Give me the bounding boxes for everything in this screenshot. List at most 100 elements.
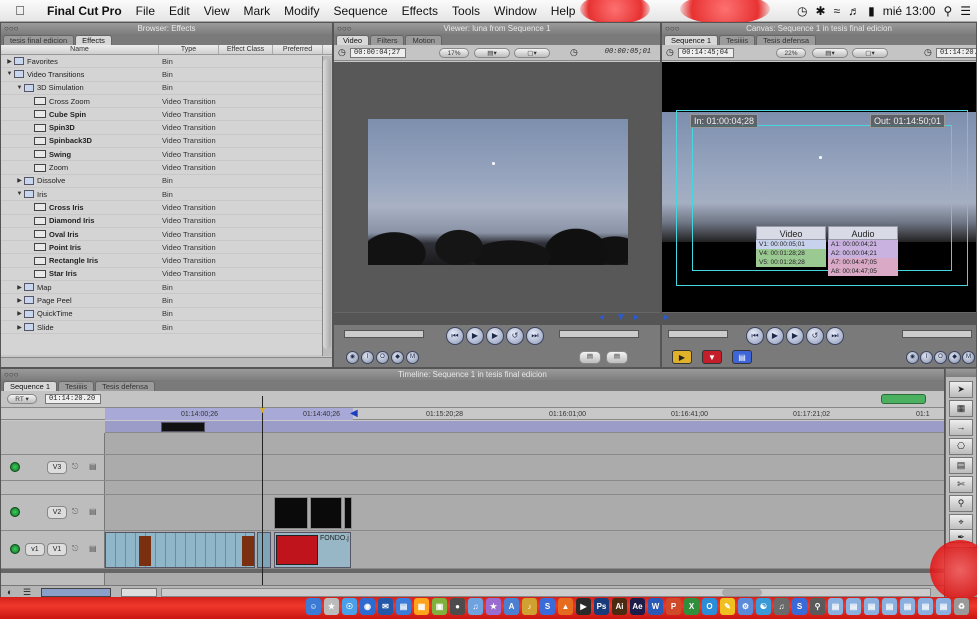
effect-row[interactable]: Spin3D Video Transition [1,121,332,135]
insert-edit-button[interactable]: ▶ [672,350,692,364]
mark-out-button[interactable]: O [934,351,947,364]
finder-icon[interactable]: ☺ [306,598,321,615]
lock-icon[interactable]: ⎋ [72,507,78,517]
spotlight-icon[interactable]: ⚲ [943,4,952,18]
skype-icon[interactable]: S [540,598,555,615]
disclosure-triangle-icon[interactable]: ▶ [5,58,14,65]
effect-row[interactable]: Zoom Video Transition [1,161,332,175]
photoshop-icon[interactable]: Ps [594,598,609,615]
powerpoint-icon[interactable]: P [666,598,681,615]
canvas-current-timecode[interactable]: 01:14:20.2 [936,48,976,58]
itunes-icon[interactable]: ♫ [468,598,483,615]
play-in-out-button[interactable]: ▶ [466,327,484,345]
window-buttons-icon[interactable]: ○○○ [665,23,680,34]
tab-effects[interactable]: Effects [75,35,112,45]
mark-out-button[interactable]: O [376,351,389,364]
bin-row[interactable]: ▶ Page Peel Bin [1,294,332,308]
folder-icon[interactable]: ▤ [864,598,879,615]
menu-file[interactable]: File [129,4,162,18]
in-point-marker-icon[interactable]: ◂ [599,312,604,323]
viewer-duration-timecode[interactable]: 00:00:04;27 [350,48,406,58]
viewer-overlay-menu[interactable]: ▢▾ [514,48,550,58]
play-in-out-button[interactable]: ▶ [766,327,784,345]
browser-titlebar[interactable]: ○○○ Browser: Effects [1,23,332,34]
linking-buttons[interactable] [881,394,926,404]
mark-in-button[interactable]: I [920,351,933,364]
effect-row[interactable]: Spinback3D Video Transition [1,135,332,149]
add-marker-button[interactable]: M [406,351,419,364]
lock-icon[interactable]: ⎋ [72,544,78,554]
clip-block[interactable] [161,422,205,432]
notification-list-icon[interactable]: ☰ [960,4,971,18]
video-clip[interactable] [310,497,342,529]
lock-icon[interactable]: ⎋ [72,462,78,472]
track-visibility-toggle[interactable] [10,462,20,472]
auto-select-icon[interactable]: ▤ [89,544,97,553]
menu-view[interactable]: View [197,4,237,18]
video-clip[interactable] [274,497,308,529]
out-point-marker-icon[interactable]: ◀ [350,408,358,419]
wifi-icon[interactable]: ≈ [834,4,841,18]
word-icon[interactable]: W [648,598,663,615]
effect-row[interactable]: Oval Iris Video Transition [1,228,332,242]
window-buttons-icon[interactable]: ○○○ [4,23,19,34]
bin-row[interactable]: ▶ Map Bin [1,281,332,295]
track-v2[interactable]: V2 ⎋ ▤ [1,495,944,531]
prev-edit-button[interactable]: ⏮ [446,327,464,345]
add-keyframe-button[interactable]: ◆ [948,351,961,364]
tab-tesis-defensa[interactable]: Tesis defensa [756,35,817,45]
canvas-overlay-menu[interactable]: ▢▾ [852,48,888,58]
effect-row[interactable]: Cross Zoom Video Transition [1,95,332,109]
outlook-icon[interactable]: O [702,598,717,615]
apple-icon[interactable]:  [0,3,40,18]
folder-icon[interactable]: ▤ [936,598,951,615]
battery-icon[interactable]: ▮ [868,4,875,18]
video-clips-sequence[interactable] [105,532,255,568]
shuttle-control[interactable] [668,330,728,338]
timeline-scrollbar[interactable] [161,588,931,597]
time-machine-icon[interactable]: ◷ [797,4,807,18]
track-v3-label[interactable]: V3 [47,461,67,474]
column-type[interactable]: Type [159,45,219,54]
clock[interactable]: mié 13:00 [883,4,936,18]
slip-tool-icon[interactable]: ▤ [949,457,973,474]
video-clip[interactable] [257,532,271,568]
search-icon[interactable]: ⚲ [810,598,825,615]
time-ruler[interactable]: 01:14:00;26 01:14:40;26 01:15:20;28 01:1… [1,408,944,420]
edit-selection-tool-icon[interactable]: ▦ [949,400,973,417]
disclosure-triangle-icon[interactable]: ▶ [15,324,24,331]
razor-tool-icon[interactable]: ✄ [949,476,973,493]
track-select-tool-icon[interactable]: → [949,419,973,436]
add-keyframe-button[interactable]: ◆ [391,351,404,364]
canvas-scrubber[interactable]: ▸ [662,312,976,325]
tab-motion[interactable]: Motion [405,35,442,45]
tab-sequence-1[interactable]: Sequence 1 [3,381,58,391]
volume-icon[interactable]: ♬ [848,4,860,18]
chrome-icon[interactable]: ◉ [360,598,375,615]
viewer-video-area[interactable] [334,62,660,334]
trash-icon[interactable]: ♻ [954,598,969,615]
playhead-icon[interactable]: ▼ [258,405,267,415]
skype-icon[interactable]: S [792,598,807,615]
viewer-zoom-menu[interactable]: 17% [439,48,469,58]
rt-menu[interactable]: RT ▾ [7,394,37,404]
match-frame-button[interactable]: ◉ [906,351,919,364]
out-point-marker-icon[interactable]: ▸ [634,312,639,323]
tab-tesiiiis[interactable]: Tesiiiis [58,381,95,391]
prev-edit-button[interactable]: ⏮ [746,327,764,345]
tab-video[interactable]: Video [336,35,370,45]
canvas-zoom-menu[interactable]: 22% [776,48,806,58]
menu-effects[interactable]: Effects [395,4,445,18]
column-effect-class[interactable]: Effect Class [219,45,273,54]
auto-select-icon[interactable]: ▤ [89,462,97,471]
selection-tool-icon[interactable]: ➤ [949,381,973,398]
vlc-icon[interactable]: ▲ [558,598,573,615]
folder-icon[interactable]: ▤ [882,598,897,615]
play-around-button[interactable]: ↺ [506,327,524,345]
add-marker-button[interactable]: M [962,351,975,364]
window-buttons-icon[interactable]: ○○○ [337,23,352,34]
in-point-marker-icon[interactable]: ▸ [664,312,669,323]
canvas-titlebar[interactable]: ○○○ Canvas: Sequence 1 in tesis final edi… [662,23,976,34]
column-preferred[interactable]: Preferred [273,45,323,54]
after-effects-icon[interactable]: Ae [630,598,645,615]
